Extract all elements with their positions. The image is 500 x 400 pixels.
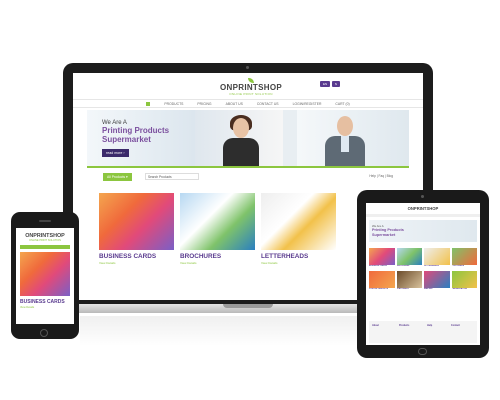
help-links[interactable]: Help | Faq | Blog bbox=[369, 174, 393, 178]
product-card-brochures[interactable]: BROCHURES View Details bbox=[180, 193, 255, 265]
tile-label: PRESENTATION bbox=[451, 288, 467, 290]
tablet-screen: ONPRINTSHOP We Are A Printing Products S… bbox=[366, 203, 480, 345]
tablet-hero: We Are A Printing Products Supermarket bbox=[369, 220, 477, 242]
tile-label: BROCHURES bbox=[396, 265, 410, 267]
language-select[interactable]: EN bbox=[320, 81, 331, 87]
tile-label: MAILING bbox=[424, 288, 433, 290]
footer-link[interactable]: Products bbox=[399, 324, 409, 327]
tile-label: POSTCARDS bbox=[451, 265, 465, 267]
phone-card-link[interactable]: View Details bbox=[20, 306, 70, 309]
woman-face bbox=[233, 118, 249, 138]
tablet-nav[interactable] bbox=[366, 214, 480, 217]
product-cards: BUSINESS CARDS View Details BROCHURES Vi… bbox=[99, 193, 336, 265]
tile-label: STATIONERY bbox=[396, 288, 410, 290]
tablet-tile[interactable]: BROCHURES bbox=[396, 248, 422, 269]
home-button-icon[interactable] bbox=[40, 329, 48, 337]
nav-login[interactable]: LOGIN/REGISTER bbox=[293, 102, 322, 106]
phone-screen: ONPRINTSHOP ONLINE PRINT SOLUTION BUSINE… bbox=[16, 228, 74, 324]
woman-body bbox=[223, 138, 259, 166]
tablet-tile[interactable]: BUSINESS CARDS bbox=[369, 248, 395, 269]
footer-link[interactable]: Contact bbox=[451, 324, 460, 327]
nav-cart[interactable]: CART (0) bbox=[335, 102, 349, 106]
nav-pricing[interactable]: PRICING bbox=[197, 102, 211, 106]
logo-text: ONPRINTSHOP bbox=[220, 83, 282, 92]
tablet-home-button-icon[interactable] bbox=[418, 348, 427, 355]
tablet-tile[interactable]: LETTERHEADS bbox=[424, 248, 450, 269]
home-icon[interactable] bbox=[146, 101, 151, 106]
tablet-hero-main: Printing Products bbox=[372, 228, 404, 232]
hero-heading-main: Printing Products bbox=[102, 126, 170, 135]
tablet-hero-sub: Supermarket bbox=[372, 233, 396, 237]
card-title[interactable]: LETTERHEADS bbox=[261, 253, 336, 260]
search-bar: All Products ▾ Search Products Help | Fa… bbox=[87, 171, 409, 185]
tile-label: LETTERHEADS bbox=[424, 265, 439, 267]
logo-tagline: ONLINE PRINT SOLUTION bbox=[229, 92, 273, 96]
brochures-image[interactable] bbox=[180, 193, 255, 250]
laptop-notch bbox=[223, 304, 273, 308]
webcam-icon bbox=[246, 66, 249, 69]
phone-menu-bar[interactable] bbox=[20, 245, 70, 249]
tablet-tile[interactable]: MAILING bbox=[424, 271, 450, 292]
man-face bbox=[337, 116, 353, 136]
tablet-logo[interactable]: ONPRINTSHOP bbox=[366, 206, 480, 211]
site-header: ONPRINTSHOP ONLINE PRINT SOLUTION EN $ bbox=[73, 73, 423, 99]
nav-products[interactable]: PRODUCTS bbox=[164, 102, 183, 106]
product-card-business-cards[interactable]: BUSINESS CARDS View Details bbox=[99, 193, 174, 265]
tablet-tile[interactable]: STATIONERY bbox=[396, 271, 422, 292]
man-shirt bbox=[341, 136, 349, 152]
hero-banner: We Are A Printing Products Supermarket r… bbox=[87, 110, 409, 166]
tablet-device: ONPRINTSHOP We Are A Printing Products S… bbox=[357, 190, 489, 358]
nav-about[interactable]: ABOUT US bbox=[226, 102, 243, 106]
all-products-dropdown[interactable]: All Products ▾ bbox=[103, 173, 132, 181]
tablet-tile[interactable]: PRESENTATION bbox=[451, 271, 477, 292]
tile-label: BUSINESS CARDS bbox=[369, 265, 387, 267]
card-title[interactable]: BUSINESS CARDS bbox=[99, 253, 174, 260]
device-mockup: ONPRINTSHOP ONLINE PRINT SOLUTION EN $ P… bbox=[0, 0, 500, 400]
card-link[interactable]: View Details bbox=[99, 261, 174, 265]
hero-heading-sub: Supermarket bbox=[102, 135, 151, 144]
main-nav: PRODUCTS PRICING ABOUT US CONTACT US LOG… bbox=[73, 99, 423, 108]
nav-contact[interactable]: CONTACT US bbox=[257, 102, 279, 106]
phone-card-title[interactable]: BUSINESS CARDS bbox=[20, 299, 70, 305]
card-link[interactable]: View Details bbox=[180, 261, 255, 265]
product-card-letterheads[interactable]: LETTERHEADS View Details bbox=[261, 193, 336, 265]
tablet-product-grid: BUSINESS CARDS BROCHURES LETTERHEADS POS… bbox=[369, 248, 477, 292]
footer-link[interactable]: About bbox=[372, 324, 379, 327]
card-link[interactable]: View Details bbox=[261, 261, 336, 265]
hero-woman-photo bbox=[195, 110, 283, 166]
card-title[interactable]: BROCHURES bbox=[180, 253, 255, 260]
read-more-button[interactable]: read more › bbox=[102, 149, 129, 157]
tablet-camera-icon bbox=[421, 195, 424, 198]
site-logo[interactable]: ONPRINTSHOP ONLINE PRINT SOLUTION bbox=[201, 78, 301, 96]
search-input[interactable]: Search Products bbox=[145, 173, 199, 180]
currency-select[interactable]: $ bbox=[332, 81, 340, 87]
letterheads-image[interactable] bbox=[261, 193, 336, 250]
hero-man-photo bbox=[297, 110, 409, 166]
tablet-tile[interactable]: POSTER LEAFLETS bbox=[369, 271, 395, 292]
footer-link[interactable]: Help bbox=[427, 324, 432, 327]
tile-label: POSTER LEAFLETS bbox=[369, 288, 389, 290]
speaker-icon bbox=[39, 220, 51, 222]
hero-divider bbox=[87, 166, 409, 168]
business-cards-image[interactable] bbox=[99, 193, 174, 250]
phone-business-cards-image[interactable] bbox=[20, 252, 70, 296]
phone-logo-tagline: ONLINE PRINT SOLUTION bbox=[28, 239, 62, 242]
locale-selectors: EN $ bbox=[320, 81, 340, 87]
phone-device: ONPRINTSHOP ONLINE PRINT SOLUTION BUSINE… bbox=[11, 212, 79, 339]
tablet-footer: About Products Help Contact bbox=[369, 321, 477, 343]
tablet-tile[interactable]: POSTCARDS bbox=[451, 248, 477, 269]
